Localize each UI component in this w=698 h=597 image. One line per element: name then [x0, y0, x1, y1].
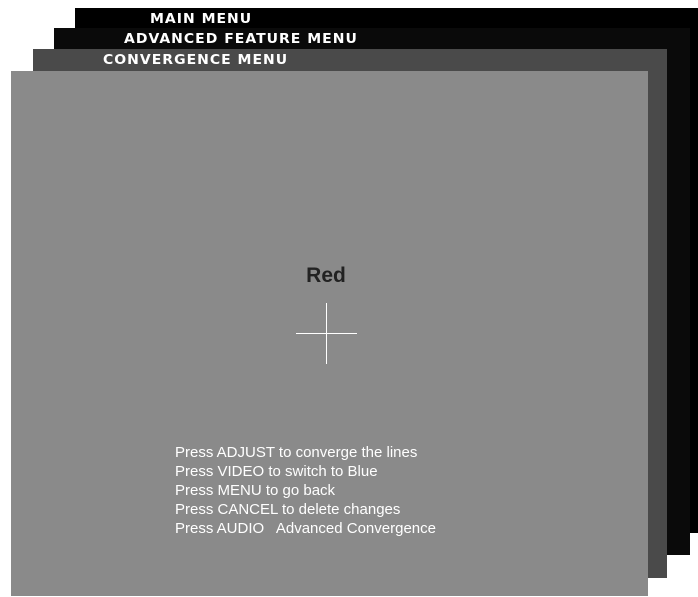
convergence-menu-title: CONVERGENCE MENU — [103, 52, 289, 68]
instruction-line: Press CANCEL to delete changes — [175, 501, 401, 518]
advanced-feature-menu-title: ADVANCED FEATURE MENU — [124, 31, 358, 47]
instruction-list: Press ADJUST to converge the lines Press… — [175, 443, 436, 538]
instruction-line: Press AUDIO Advanced Convergence — [175, 520, 436, 537]
instruction-line: Press VIDEO to switch to Blue — [175, 463, 378, 480]
main-menu-title: MAIN MENU — [150, 11, 253, 27]
current-color-label: Red — [306, 264, 346, 287]
instruction-line: Press MENU to go back — [175, 482, 336, 499]
instruction-line: Press ADJUST to converge the lines — [175, 444, 418, 461]
crosshair-vertical-line — [326, 303, 327, 364]
